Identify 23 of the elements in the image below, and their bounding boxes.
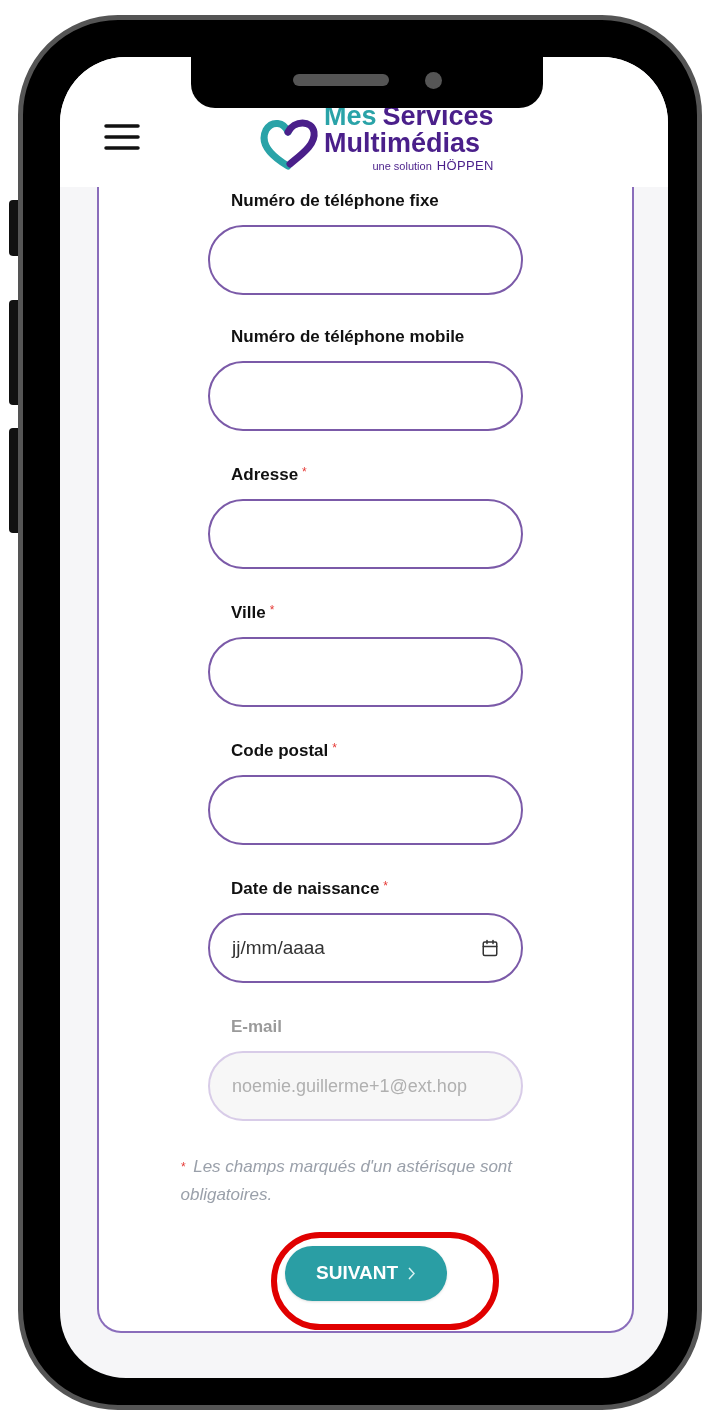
required-fields-note: * Les champs marqués d'un astérisque sont obligatoires. <box>180 1156 514 1206</box>
field-label: Code postal <box>231 740 329 763</box>
date-field[interactable]: jj/mm/aaaa <box>208 913 523 983</box>
field-label: Numéro de téléphone fixe <box>231 190 439 213</box>
logo-brand: HÖPPEN <box>436 158 494 172</box>
field-label: E-mail <box>231 1016 283 1039</box>
chevron-right-icon <box>408 1267 415 1280</box>
calendar-icon[interactable] <box>481 939 499 957</box>
required-asterisk: * <box>332 740 337 757</box>
required-asterisk: * <box>302 464 307 481</box>
field-label: Ville <box>231 602 266 625</box>
next-button[interactable]: SUIVANT <box>284 1246 447 1301</box>
field-label: Adresse <box>231 464 299 487</box>
input-field[interactable]: noemie.guillerme+1@ext.hop <box>208 1051 523 1121</box>
field-label: Date de naissance <box>231 878 380 901</box>
menu-icon[interactable] <box>104 123 140 151</box>
logo-word: Mes <box>324 102 377 130</box>
logo-word: Services <box>382 102 494 130</box>
logo-title: Multimédias <box>324 129 482 157</box>
field-label: Numéro de téléphone mobile <box>231 326 465 349</box>
required-asterisk: * <box>269 602 275 619</box>
logo-tagline: une solution <box>372 160 432 172</box>
required-asterisk: * <box>383 878 389 895</box>
